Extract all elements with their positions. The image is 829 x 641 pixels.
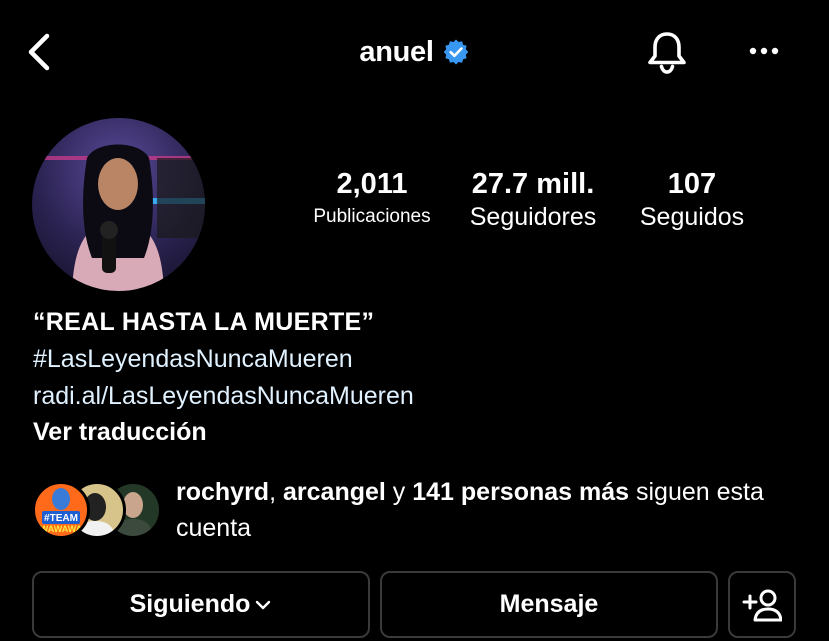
team-wawawa-avatar-text: #TEAM (44, 513, 78, 524)
following-label: Seguidos (639, 203, 745, 231)
followed-by-others[interactable]: 141 personas más (412, 478, 629, 506)
stat-following[interactable]: 107 Seguidos (624, 166, 760, 232)
following-count: 107 (667, 168, 717, 200)
more-options-icon[interactable] (745, 40, 783, 62)
followed-by-user-1[interactable]: rochyrd (176, 478, 269, 506)
profile-username: anuel (359, 35, 434, 68)
followed-by-avatars[interactable]: #TEAM WAWAWA (32, 481, 162, 539)
message-button[interactable]: Mensaje (380, 571, 718, 638)
stat-posts[interactable]: 2,011 Publicaciones (296, 166, 448, 232)
bio-website-link[interactable]: radi.al/LasLeyendasNuncaMueren (33, 378, 414, 414)
verified-badge-icon (442, 38, 470, 66)
posts-label: Publicaciones (313, 206, 431, 227)
profile-header-title: anuel (0, 32, 829, 72)
profile-avatar[interactable] (32, 118, 205, 291)
followers-label: Seguidores (469, 203, 597, 231)
bio-quote: “REAL HASTA LA MUERTE” (33, 308, 375, 336)
followed-by-user-2[interactable]: arcangel (283, 478, 386, 506)
chevron-down-icon (254, 596, 272, 614)
bio-hashtag-link[interactable]: #LasLeyendasNuncaMueren (33, 341, 353, 377)
add-person-icon (742, 588, 782, 622)
add-person-button[interactable] (728, 571, 796, 638)
stat-followers[interactable]: 27.7 mill. Seguidores (455, 166, 611, 232)
posts-count: 2,011 (336, 168, 408, 200)
see-translation-link[interactable]: Ver traducción (33, 414, 207, 450)
followers-count: 27.7 mill. (471, 168, 595, 200)
following-button[interactable]: Siguiendo (32, 571, 370, 638)
following-button-label: Siguiendo (129, 590, 251, 618)
followed-by-text[interactable]: rochyrd, arcangel y 141 personas más sig… (176, 474, 806, 546)
message-button-label: Mensaje (499, 590, 599, 618)
bell-icon[interactable] (644, 28, 690, 76)
